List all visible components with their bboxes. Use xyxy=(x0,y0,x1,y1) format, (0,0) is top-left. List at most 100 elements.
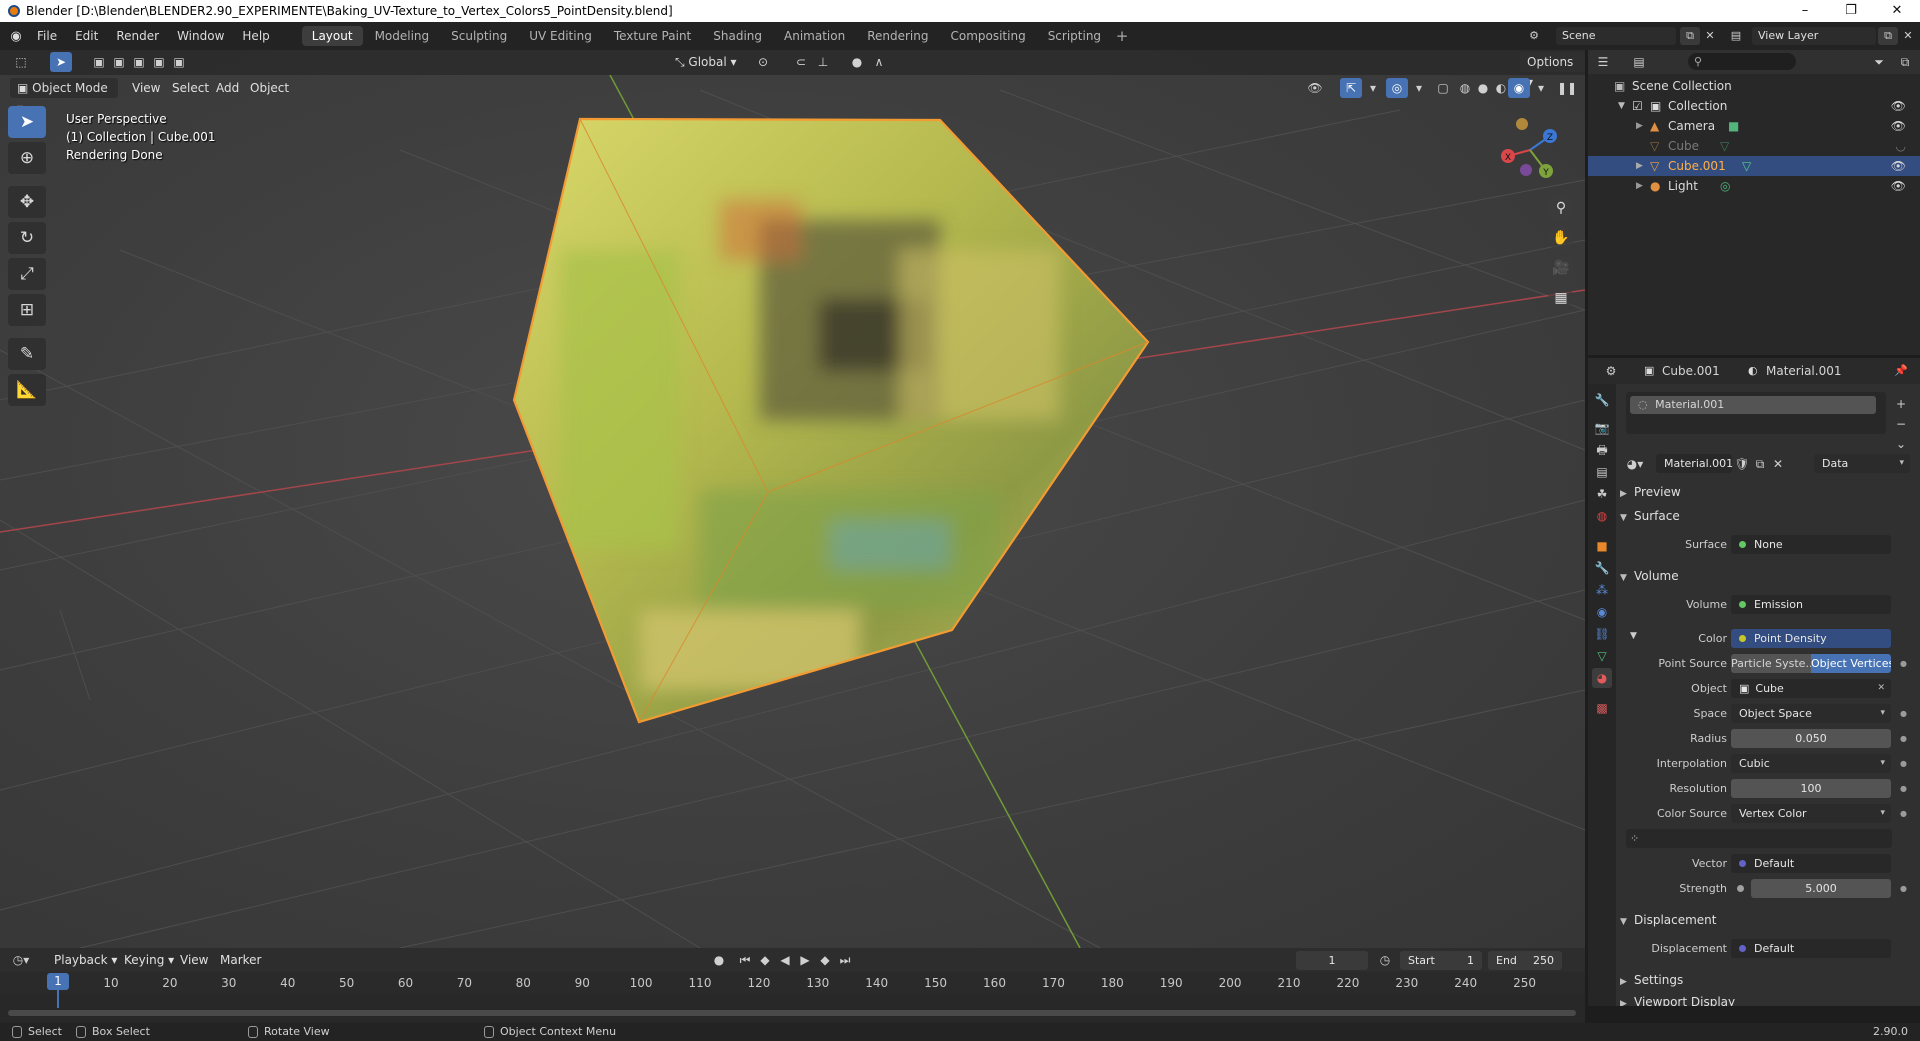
end-frame-field[interactable]: End 250 xyxy=(1488,951,1562,970)
tab-shading[interactable]: Shading xyxy=(703,26,772,46)
play-icon[interactable]: ▶ xyxy=(794,950,816,970)
pan-hand-icon[interactable]: ✋ xyxy=(1548,225,1574,251)
exclude-checkbox[interactable]: ☑ xyxy=(1632,96,1643,116)
menu-view[interactable]: View xyxy=(126,78,166,98)
jump-start-icon[interactable]: ⏮ xyxy=(734,950,756,970)
tab-compositing[interactable]: Compositing xyxy=(940,26,1035,46)
remove-view-layer-icon[interactable]: ✕ xyxy=(1898,27,1918,45)
strength-field[interactable]: 5.000 xyxy=(1751,879,1891,898)
keyframe-dot-icon[interactable]: ● xyxy=(1900,879,1907,898)
display-mode-icon[interactable]: ▤ xyxy=(1628,52,1650,72)
annotate-tool-icon[interactable]: ✎ xyxy=(8,338,46,370)
space-dropdown[interactable]: Object Space ▾ xyxy=(1731,704,1891,723)
transform-tool-icon[interactable]: ⊞ xyxy=(8,294,46,326)
timeline-scrollbar[interactable] xyxy=(8,1010,1576,1016)
select-invert-icon[interactable]: ▣ xyxy=(168,52,190,72)
keyframe-dot-icon[interactable]: ● xyxy=(1900,779,1907,798)
editor-type-icon[interactable]: ⬚ xyxy=(10,52,32,72)
add-slot-icon[interactable]: + xyxy=(1892,394,1910,414)
output-tab-icon[interactable]: 🖶 xyxy=(1592,440,1612,460)
view-layer-icon[interactable]: ▤ xyxy=(1726,27,1746,45)
keyframe-dot-icon[interactable]: ● xyxy=(1900,704,1907,723)
navigation-gizmo[interactable]: X Z Y xyxy=(1490,110,1570,190)
add-workspace-button[interactable]: + xyxy=(1112,27,1132,45)
tab-uv-editing[interactable]: UV Editing xyxy=(519,26,602,46)
scene-selector-icon[interactable]: ⚙ xyxy=(1524,27,1544,45)
current-frame-field[interactable]: 1 xyxy=(1296,951,1368,970)
object-field[interactable]: ▣ Cube ✕ xyxy=(1731,679,1891,698)
shading-dropdown-icon[interactable]: ▾ xyxy=(1530,78,1552,98)
settings-panel-header[interactable]: ▶ Settings xyxy=(1620,970,1916,990)
menu-render[interactable]: Render xyxy=(107,22,168,50)
menu-keying[interactable]: Keying ▾ xyxy=(118,950,180,970)
modifier-tab-icon[interactable]: 🔧 xyxy=(1592,558,1612,578)
tab-modeling[interactable]: Modeling xyxy=(365,26,440,46)
surface-field[interactable]: None xyxy=(1731,535,1891,554)
jump-prev-keyframe-icon[interactable]: ◆ xyxy=(754,950,776,970)
displacement-panel-header[interactable]: ▼ Displacement xyxy=(1620,910,1916,930)
visibility-eye-icon[interactable]: 👁 xyxy=(1891,156,1906,176)
menu-file[interactable]: File xyxy=(28,22,66,50)
color-field[interactable]: Point Density xyxy=(1731,629,1891,648)
preview-range-icon[interactable]: ◷ xyxy=(1374,950,1396,970)
measure-tool-icon[interactable]: 📐 xyxy=(8,374,46,406)
expand-arrow-icon[interactable]: ▼ xyxy=(1618,96,1625,116)
resolution-field[interactable]: 100 xyxy=(1731,779,1891,798)
3d-viewport[interactable]: ⬚ ➤ ▣ ▣ ▣ ▣ ▣ ⤡ Global ▾ ⊙ ⊂ ⊥ ● ∧ Optio… xyxy=(0,50,1585,948)
material-slot-list[interactable]: ◌ Material.001 xyxy=(1626,392,1886,434)
select-extend-icon[interactable]: ▣ xyxy=(108,52,130,72)
selected-cube[interactable] xyxy=(512,117,1150,724)
close-button[interactable]: ✕ xyxy=(1874,0,1920,22)
select-mode-icon[interactable]: ➤ xyxy=(50,52,72,72)
tab-sculpting[interactable]: Sculpting xyxy=(441,26,517,46)
rendered-shading-icon[interactable]: ◉ xyxy=(1508,78,1530,98)
pause-render-icon[interactable]: ❚❚ xyxy=(1556,78,1578,98)
color-source-dropdown[interactable]: Vertex Color ▾ xyxy=(1731,804,1891,823)
rotate-tool-icon[interactable]: ↻ xyxy=(8,222,46,254)
new-collection-icon[interactable]: ⧉ xyxy=(1894,52,1916,72)
keyframe-dot-icon[interactable]: ● xyxy=(1900,754,1907,773)
gizmo-neg-z-icon[interactable] xyxy=(1520,164,1532,176)
outliner-item-light[interactable]: ▶ ● Light ◎ 👁 xyxy=(1588,176,1920,196)
timeline-ruler[interactable]: 10 20 30 40 50 60 70 80 90 100 110 120 130 140 150 160 1… xyxy=(0,972,1585,994)
radius-field[interactable]: 0.050 xyxy=(1731,729,1891,748)
menu-marker[interactable]: Marker xyxy=(214,950,267,970)
tab-animation[interactable]: Animation xyxy=(774,26,855,46)
outliner-item-collection[interactable]: ▼ ☑ ▣ Collection 👁 xyxy=(1588,96,1920,116)
expand-arrow-icon[interactable]: ▶ xyxy=(1636,156,1643,176)
menu-window[interactable]: Window xyxy=(168,22,233,50)
auto-keying-icon[interactable]: ● xyxy=(708,950,730,970)
material-name-field[interactable]: Material.001 xyxy=(1656,454,1733,473)
viewport-display-panel-header[interactable]: ▶ Viewport Display xyxy=(1620,992,1916,1006)
interpolation-dropdown[interactable]: Cubic ▾ xyxy=(1731,754,1891,773)
move-tool-icon[interactable]: ✥ xyxy=(8,186,46,218)
camera-view-icon[interactable]: 🎥 xyxy=(1548,255,1574,281)
snap-icon[interactable]: ⊂ xyxy=(790,52,812,72)
pin-icon[interactable]: 📌 xyxy=(1894,358,1908,384)
snap-target-icon[interactable]: ⊥ xyxy=(812,52,834,72)
new-view-layer-icon[interactable]: ⧉ xyxy=(1878,27,1898,45)
menu-playback[interactable]: Playback ▾ xyxy=(48,950,123,970)
select-intersect-icon[interactable]: ▣ xyxy=(148,52,170,72)
select-new-icon[interactable]: ▣ xyxy=(88,52,110,72)
keyframe-dot-icon[interactable]: ● xyxy=(1900,804,1907,823)
perspective-toggle-icon[interactable]: ▦ xyxy=(1548,285,1574,311)
gizmo-neg-y-icon[interactable] xyxy=(1516,118,1528,130)
scene-field[interactable]: Scene xyxy=(1556,27,1676,45)
vertex-color-layer-field[interactable]: ⁘ xyxy=(1626,829,1892,848)
keyframe-dot-icon[interactable]: ● xyxy=(1900,654,1907,673)
volume-field[interactable]: Emission xyxy=(1731,595,1891,614)
menu-add[interactable]: Add xyxy=(210,78,245,98)
outliner-item-cube-001[interactable]: ▶ ▽ Cube.001 ▽ 👁 xyxy=(1588,156,1920,176)
jump-end-icon[interactable]: ⏭ xyxy=(834,950,856,970)
menu-select[interactable]: Select xyxy=(166,78,215,98)
browse-material-icon[interactable]: ◕▾ xyxy=(1624,454,1646,474)
view-layer-field[interactable]: View Layer xyxy=(1752,27,1876,45)
outliner-scene-collection[interactable]: ▣ Scene Collection xyxy=(1588,76,1920,96)
tab-layout[interactable]: Layout xyxy=(301,26,363,46)
select-box-tool-icon[interactable]: ➤ xyxy=(8,106,46,138)
properties-editor-type-icon[interactable]: ⚙ xyxy=(1600,361,1622,381)
timeline-editor-type-icon[interactable]: ◷▾ xyxy=(10,950,32,970)
minimize-button[interactable]: – xyxy=(1782,0,1828,22)
view-layer-tab-icon[interactable]: ▤ xyxy=(1592,462,1612,482)
